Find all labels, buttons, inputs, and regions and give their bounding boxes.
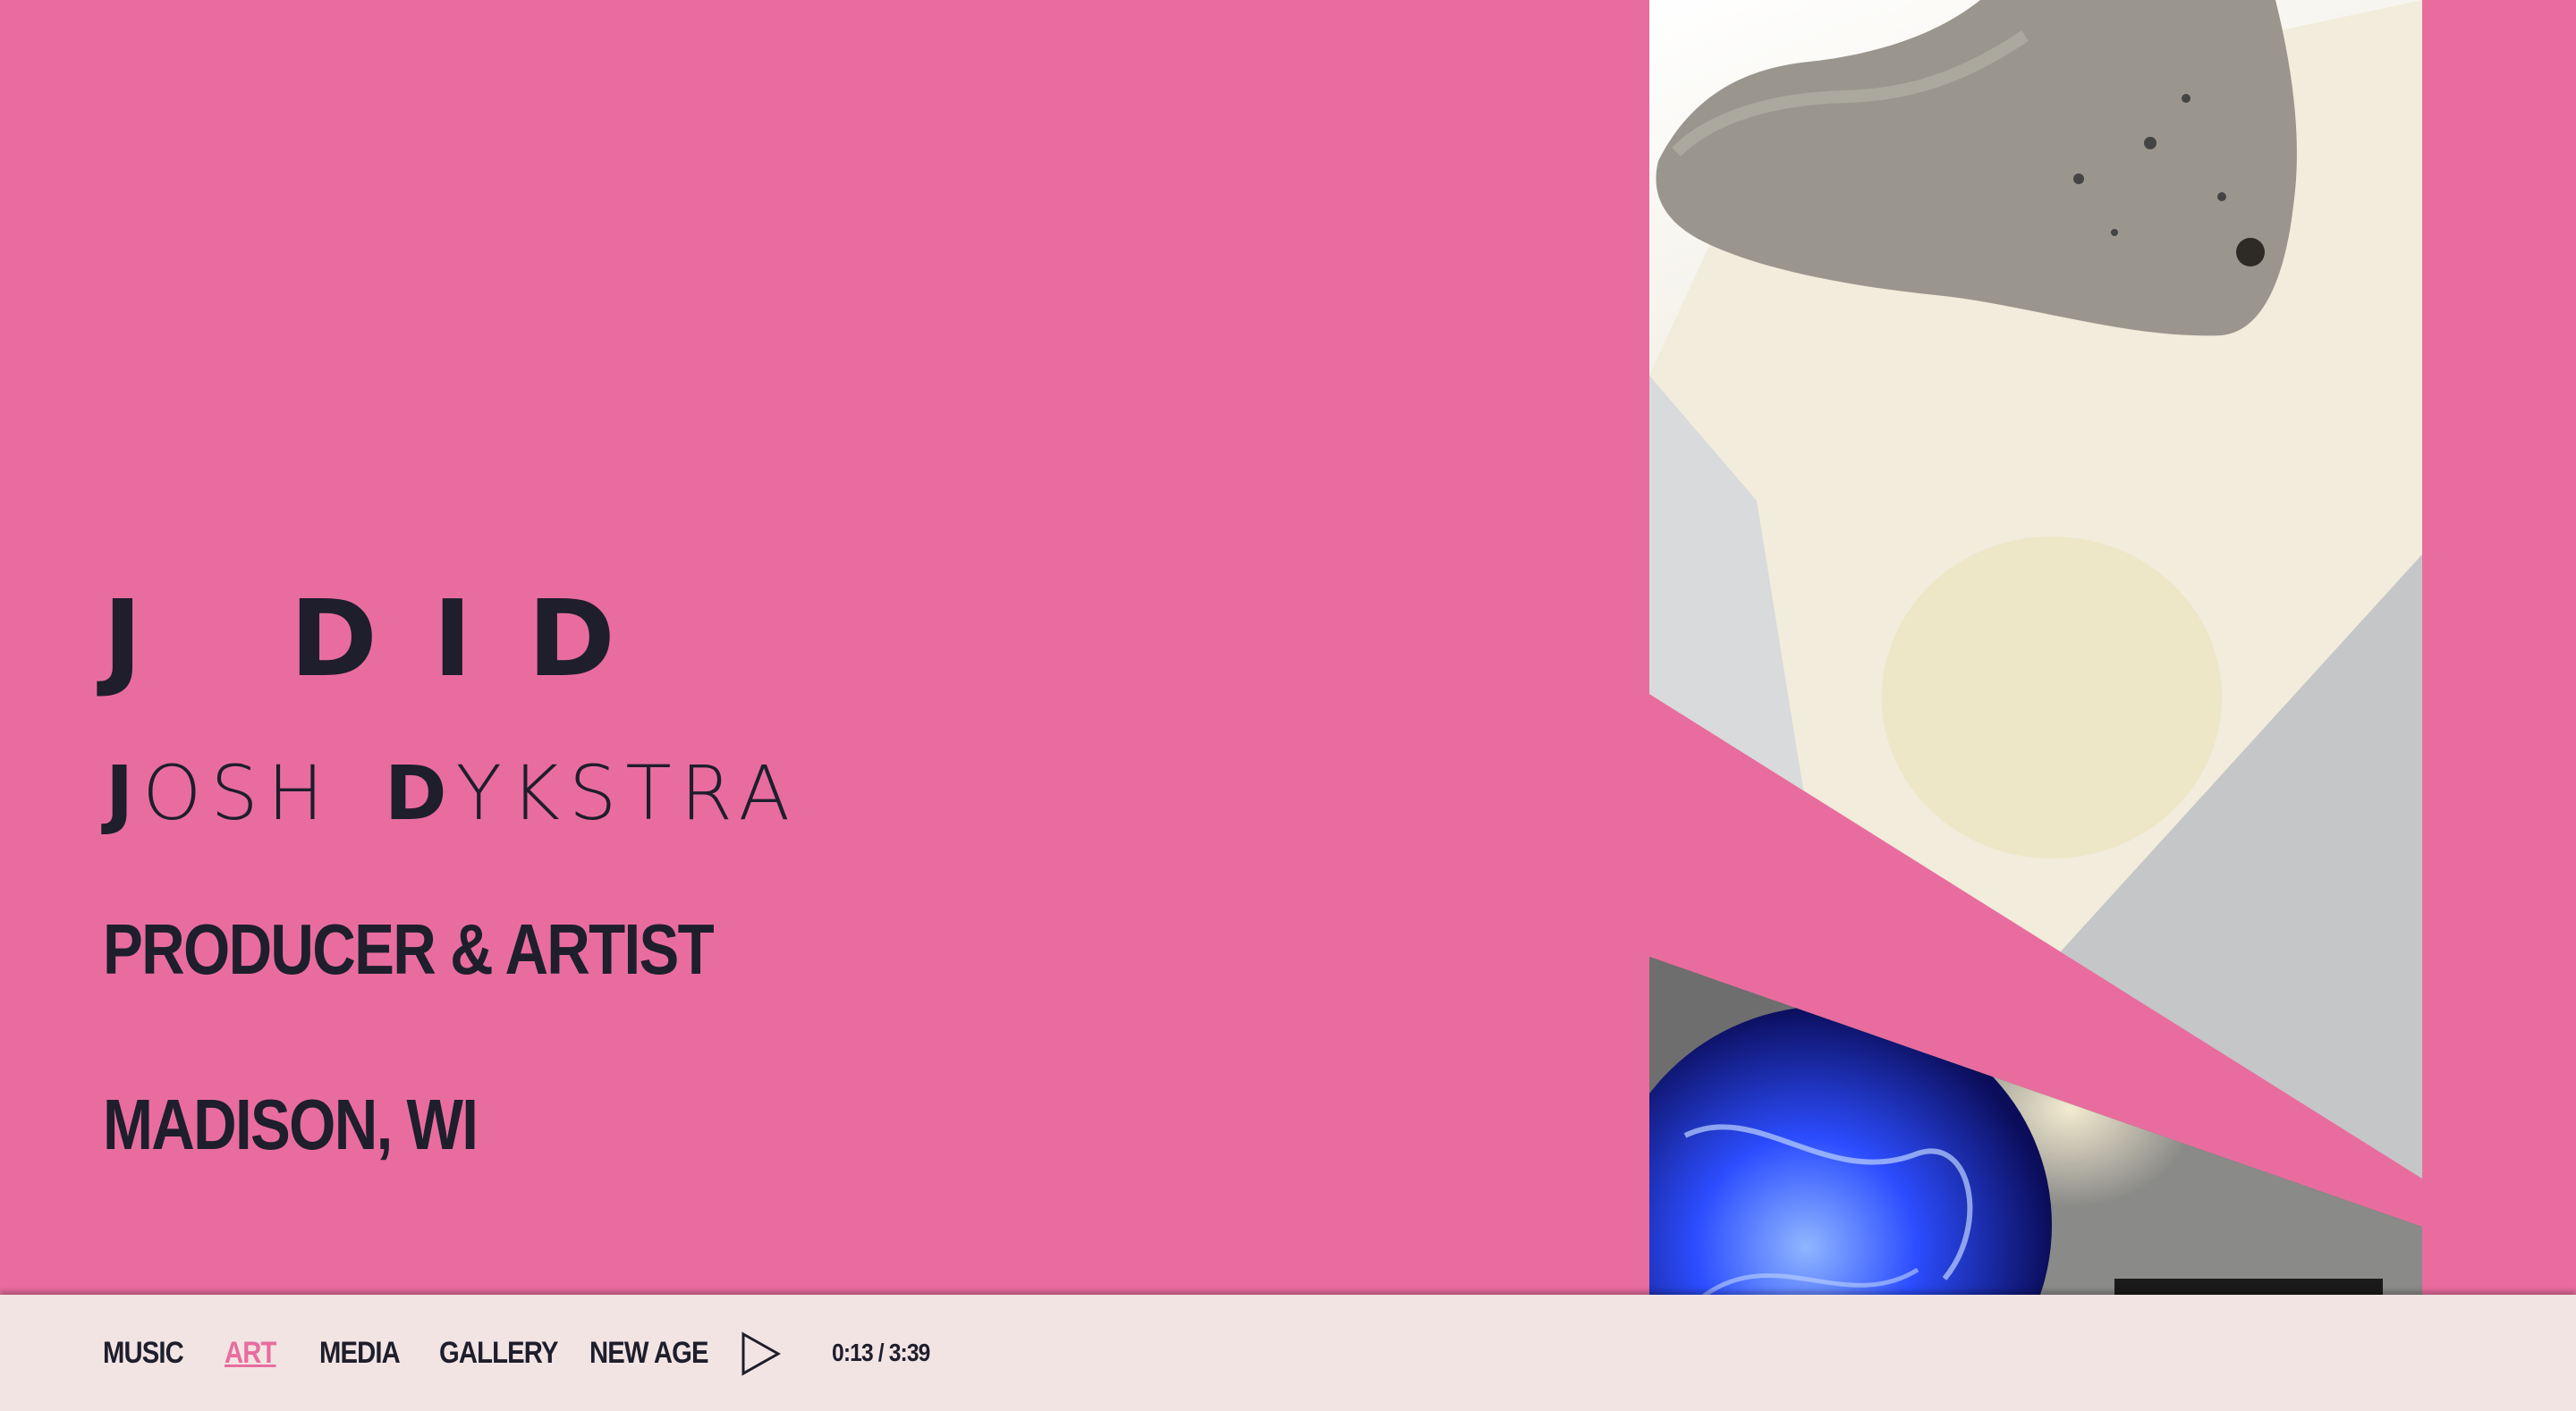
artist-role: PRODUCER & ARTIST xyxy=(103,909,715,989)
main-nav: MUSIC ART MEDIA GALLERY NEW AGE xyxy=(103,1295,733,1411)
nav-gallery[interactable]: GALLERY xyxy=(439,1336,568,1371)
nav-media[interactable]: MEDIA xyxy=(319,1336,422,1371)
artist-last-initial: D xyxy=(384,749,456,837)
playback-time: 0:13 / 3:39 xyxy=(832,1339,930,1366)
bottom-bar: MUSIC ART MEDIA GALLERY NEW AGE 0:13 / 3… xyxy=(0,1295,2576,1411)
artist-first-initial: J xyxy=(106,749,143,837)
nav-new-age[interactable]: NEW AGE xyxy=(589,1336,713,1371)
nav-music[interactable]: MUSIC xyxy=(103,1336,208,1371)
play-button[interactable] xyxy=(741,1331,782,1376)
artist-first-rest: OSH xyxy=(142,749,333,837)
artist-name: JOSH DYKSTRA xyxy=(106,756,799,831)
play-icon xyxy=(741,1331,782,1376)
artist-location: MADISON, WI xyxy=(103,1085,479,1164)
photo-column xyxy=(1649,0,2422,1411)
nav-art[interactable]: ART xyxy=(225,1336,306,1371)
site-logo-wordmark[interactable]: J DID xyxy=(103,586,671,691)
artist-last-rest: YKSTRA xyxy=(455,749,800,837)
page: J DID JOSH DYKSTRA PRODUCER & ARTIST MADI… xyxy=(0,0,2576,1411)
